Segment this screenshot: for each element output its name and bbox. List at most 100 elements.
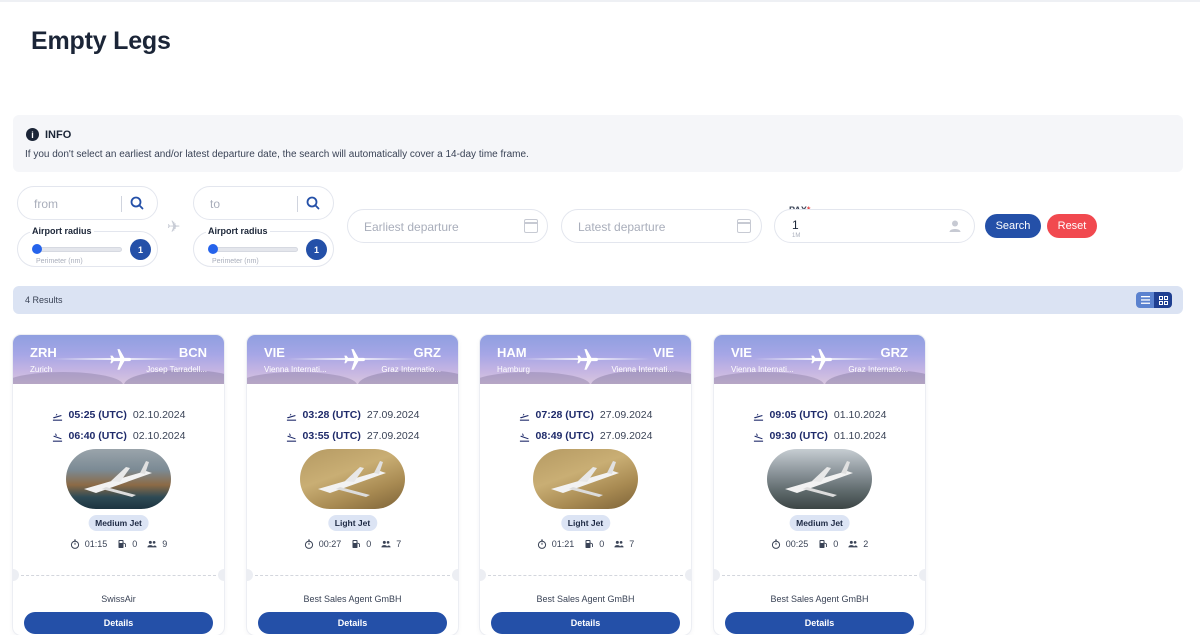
aircraft-silhouette [551,461,619,497]
details-button[interactable]: Details [24,612,213,634]
takeoff-icon [52,413,62,421]
arrival-date: 27.09.2024 [366,430,420,442]
flight-stats: 01:15 0 9 [13,539,224,549]
flight-duration: 01:21 [551,539,575,549]
pax-sub: 1M [792,233,801,239]
card-divider [722,575,917,576]
info-text: If you don't select an earliest and/or l… [25,149,529,160]
plane-icon [344,349,365,370]
pax-input[interactable]: 1 1M [774,209,975,243]
aircraft-silhouette [84,461,152,497]
from-airport-code: ZRH [30,345,57,360]
flight-duration: 01:15 [84,539,108,549]
from-airport-city: Vienna Internati... [264,365,327,374]
list-view-button[interactable] [1136,292,1154,308]
radius-label: Airport radius [206,226,270,236]
calendar-icon[interactable] [737,219,751,233]
to-airport-input[interactable]: to [193,186,334,220]
to-airport-city: Josep Tarradell... [146,365,207,374]
to-airport-radius: Airport radius Perimeter (nm) 1 [193,226,334,267]
passengers-icon [614,540,624,548]
reset-button[interactable]: Reset [1047,214,1097,238]
to-airport-city: Graz Internatio... [848,365,908,374]
radius-slider-track[interactable] [212,247,298,252]
from-airport-input[interactable]: from [17,186,158,220]
empty-leg-card: ZRH Zurich BCN Josep Tarradell... 05:25 … [13,335,224,635]
to-airport-city: Graz Internatio... [381,365,441,374]
flight-duration: 00:25 [785,539,809,549]
flight-stats: 01:21 0 7 [480,539,691,549]
departure-row: 05:25 (UTC) 02.10.2024 [13,409,224,421]
aircraft-photo [767,449,872,509]
grid-view-button[interactable] [1154,292,1172,308]
seat-count: 7 [629,539,635,549]
departure-time: 05:25 (UTC) [68,409,127,421]
route-banner: HAM Hamburg VIE Vienna Internati... [480,335,691,384]
details-button[interactable]: Details [491,612,680,634]
from-placeholder: from [34,197,58,211]
passengers-icon [848,540,858,548]
arrival-date: 27.09.2024 [599,430,653,442]
plane-icon [811,349,832,370]
landing-icon [52,432,62,442]
results-bar: 4 Results [13,286,1183,314]
plane-icon [110,349,131,370]
plane-icon [577,349,598,370]
takeoff-icon [519,413,529,421]
empty-leg-card: VIE Vienna Internati... GRZ Graz Interna… [247,335,458,635]
landing-icon [286,432,296,442]
radius-sub-label: Perimeter (nm) [36,258,83,265]
seat-count: 9 [162,539,168,549]
search-icon[interactable] [129,195,145,211]
from-airport-city: Hamburg [497,365,530,374]
stopwatch-icon [537,539,546,549]
arrival-time: 08:49 (UTC) [535,430,594,442]
departure-time: 09:05 (UTC) [769,409,828,421]
to-placeholder: to [210,197,221,211]
arrival-row: 09:30 (UTC) 01.10.2024 [714,430,925,442]
details-button[interactable]: Details [725,612,914,634]
flight-duration: 00:27 [318,539,342,549]
fuel-stops: 0 [599,539,605,549]
radius-slider-thumb[interactable] [208,244,218,254]
stopwatch-icon [771,539,780,549]
passengers-icon [381,540,391,548]
departure-date: 02.10.2024 [132,409,186,421]
radius-sub-label: Perimeter (nm) [212,258,259,265]
to-airport-code: BCN [178,345,207,360]
separator [297,196,298,212]
arrival-row: 08:49 (UTC) 27.09.2024 [480,430,691,442]
search-icon[interactable] [305,195,321,211]
departure-date: 01.10.2024 [833,409,887,421]
radius-slider-track[interactable] [36,247,122,252]
earliest-placeholder: Earliest departure [364,220,459,234]
calendar-icon[interactable] [524,219,538,233]
aircraft-photo [300,449,405,509]
arrival-row: 03:55 (UTC) 27.09.2024 [247,430,458,442]
arrival-time: 03:55 (UTC) [302,430,361,442]
departure-row: 09:05 (UTC) 01.10.2024 [714,409,925,421]
departure-time: 07:28 (UTC) [535,409,594,421]
radius-slider-thumb[interactable] [32,244,42,254]
fuel-icon [118,540,127,548]
from-airport-city: Vienna Internati... [731,365,794,374]
top-border [0,0,1200,2]
arrival-date: 02.10.2024 [132,430,186,442]
search-button[interactable]: Search [985,214,1041,238]
to-airport-code: VIE [653,345,674,360]
fuel-stops: 0 [833,539,839,549]
empty-leg-card: VIE Vienna Internati... GRZ Graz Interna… [714,335,925,635]
latest-placeholder: Latest departure [578,220,666,234]
landing-icon [519,432,529,442]
passengers-icon [147,540,157,548]
card-divider [255,575,450,576]
latest-departure-input[interactable]: Latest departure [561,209,762,243]
category-badge: Light Jet [327,515,378,531]
grid-icon [1158,295,1168,305]
flight-stats: 00:25 0 2 [714,539,925,549]
radius-value: 1 [130,239,151,260]
earliest-departure-input[interactable]: Earliest departure [347,209,548,243]
info-label: INFO [45,128,72,141]
from-airport-code: HAM [497,345,527,360]
details-button[interactable]: Details [258,612,447,634]
